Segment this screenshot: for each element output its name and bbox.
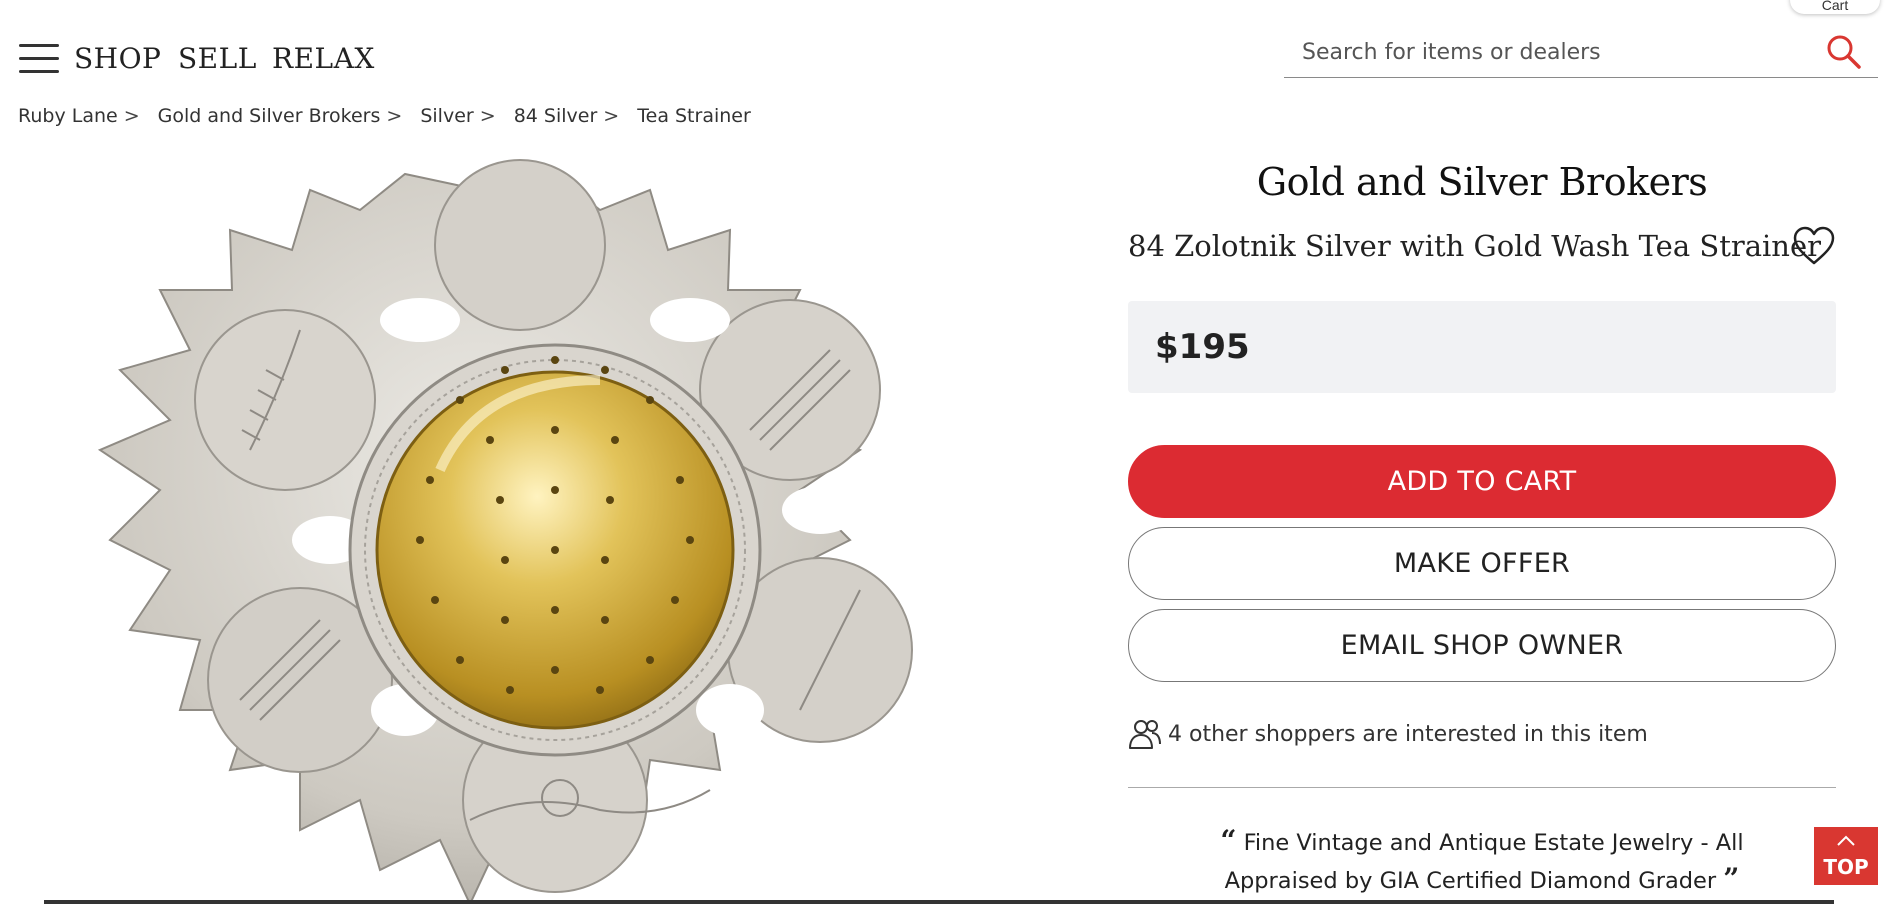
heart-icon[interactable] — [1792, 226, 1836, 266]
strainer-body — [97, 159, 913, 904]
price-box: $195 — [1128, 301, 1836, 393]
chevron-up-icon — [1837, 835, 1855, 846]
add-to-cart-button[interactable]: ADD TO CART — [1128, 445, 1836, 518]
top-label: TOP — [1823, 855, 1869, 879]
breadcrumb-shop[interactable]: Gold and Silver Brokers — [158, 105, 381, 127]
search-input[interactable] — [1300, 32, 1800, 72]
hamburger-menu-icon[interactable] — [19, 44, 59, 76]
breadcrumb-separator: > — [479, 105, 496, 127]
email-shop-owner-button[interactable]: EMAIL SHOP OWNER — [1128, 609, 1836, 682]
divider — [1128, 787, 1836, 788]
cart-button[interactable]: Cart — [1790, 0, 1880, 14]
breadcrumb: Ruby Lane > Gold and Silver Brokers > Silv… — [18, 105, 751, 127]
item-title: 84 Zolotnik Silver with Gold Wash Tea St… — [1128, 229, 1821, 263]
site-header: SHOP SELL RELAX Cart — [0, 0, 1896, 110]
breadcrumb-separator: > — [386, 105, 403, 127]
breadcrumb-ruby-lane[interactable]: Ruby Lane — [18, 105, 118, 127]
product-image[interactable] — [0, 150, 1100, 904]
shop-tagline-text: Fine Vintage and Antique Estate Jewelry … — [1224, 830, 1744, 894]
shoppers-icon — [1129, 720, 1161, 749]
shoppers-text: 4 other shoppers are interested in this … — [1168, 722, 1648, 747]
search-bar — [1284, 30, 1878, 78]
shop-tagline: “ Fine Vintage and Antique Estate Jewelr… — [1168, 823, 1796, 899]
close-quote-icon: ” — [1723, 862, 1740, 895]
nav-shop[interactable]: SHOP — [74, 42, 161, 75]
thumbnail-strip — [44, 900, 1834, 904]
breadcrumb-silver[interactable]: Silver — [420, 105, 473, 127]
breadcrumb-tea-strainer[interactable]: Tea Strainer — [637, 105, 751, 127]
nav-relax[interactable]: RELAX — [272, 42, 375, 75]
breadcrumb-84-silver[interactable]: 84 Silver — [514, 105, 598, 127]
nav-sell[interactable]: SELL — [178, 42, 257, 75]
back-to-top-button[interactable]: TOP — [1814, 827, 1878, 885]
shop-name[interactable]: Gold and Silver Brokers — [1128, 160, 1836, 204]
make-offer-button[interactable]: MAKE OFFER — [1128, 527, 1836, 600]
breadcrumb-separator: > — [603, 105, 620, 127]
price: $195 — [1155, 327, 1250, 367]
breadcrumb-separator: > — [123, 105, 140, 127]
search-icon[interactable] — [1824, 32, 1864, 72]
open-quote-icon: “ — [1220, 824, 1237, 857]
